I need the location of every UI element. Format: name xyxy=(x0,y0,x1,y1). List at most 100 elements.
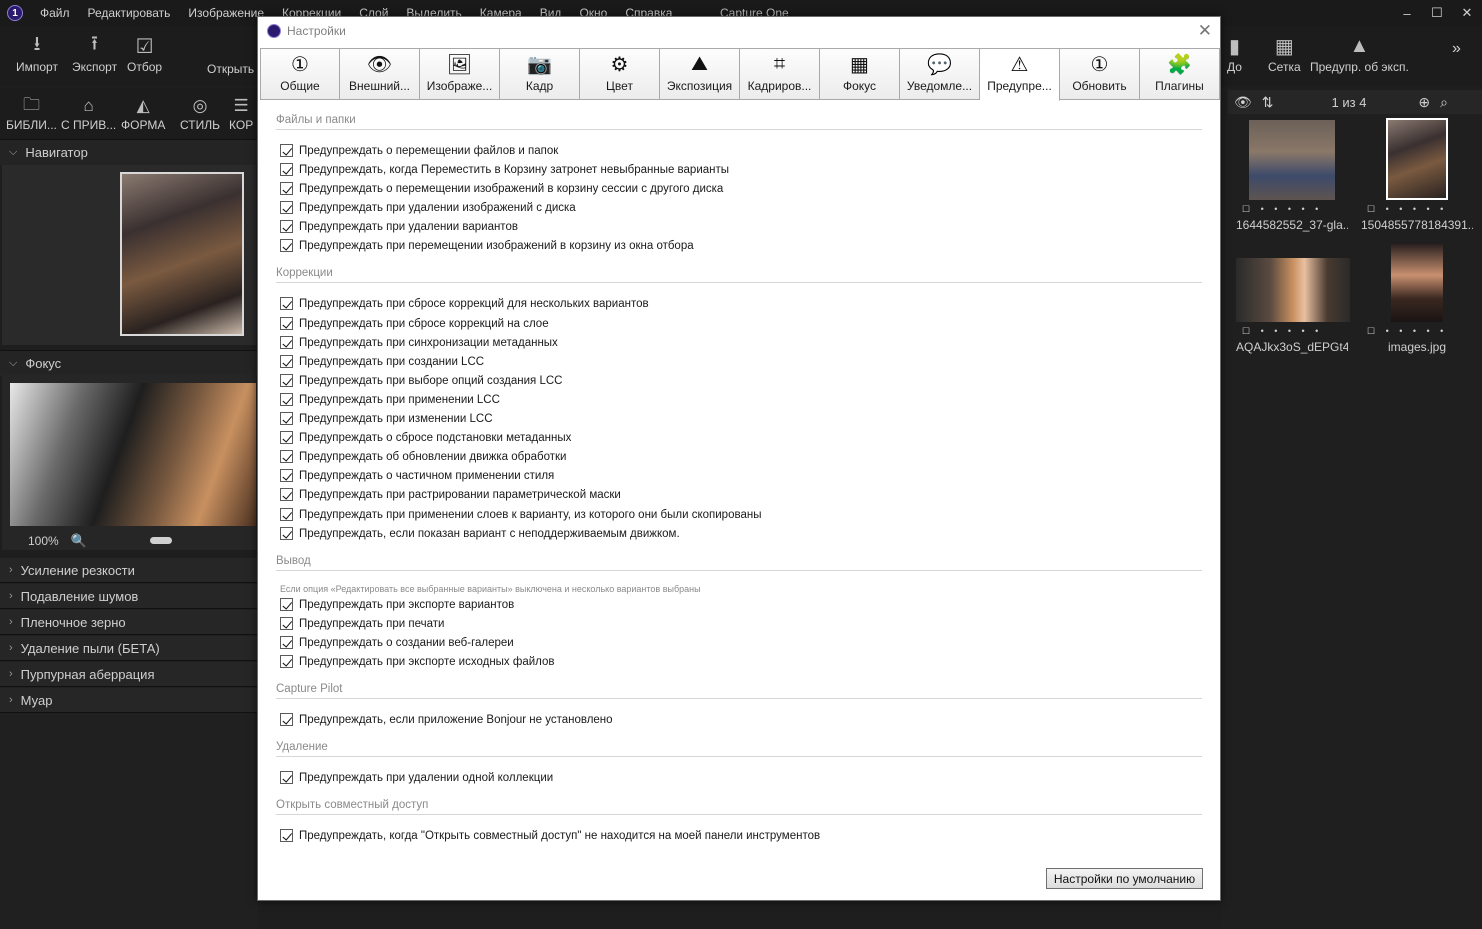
warn-checkbox[interactable]: Предупреждать при печати xyxy=(280,617,444,630)
focus-header[interactable]: ⌵ Фокус xyxy=(0,350,258,376)
checkbox-checked[interactable] xyxy=(280,220,293,233)
checkbox-checked[interactable] xyxy=(280,355,293,368)
panel-film-grain[interactable]: › Пленочное зерно xyxy=(0,610,258,635)
panel-dust-removal[interactable]: › Удаление пыли (БЕТА) xyxy=(0,636,258,661)
tab-capture[interactable]: ⌂ С ПРИВ... xyxy=(61,94,116,132)
zoom-icon[interactable]: 🔍 xyxy=(71,533,87,549)
panel-moire[interactable]: › Муар xyxy=(0,688,258,713)
app-logo-icon[interactable]: 1 xyxy=(7,5,23,21)
search-icon[interactable]: ⌕ xyxy=(1440,94,1448,111)
checkbox-checked[interactable] xyxy=(280,374,293,387)
checkbox-checked[interactable] xyxy=(280,829,293,842)
warn-checkbox[interactable]: Предупреждать при экспорте вариантов xyxy=(280,598,514,611)
warn-checkbox[interactable]: Предупреждать при синхронизации метаданн… xyxy=(280,336,558,349)
more-tools-button[interactable]: » xyxy=(1452,40,1461,58)
zoom-slider-handle[interactable] xyxy=(150,537,172,544)
menu-file[interactable]: Файл xyxy=(31,6,79,20)
rating-stars[interactable]: ☐ • • • • • xyxy=(1361,204,1473,215)
warn-checkbox[interactable]: Предупреждать при применении LCC xyxy=(280,393,500,406)
checkbox-checked[interactable] xyxy=(280,598,293,611)
checkbox-checked[interactable] xyxy=(280,201,293,214)
menu-edit[interactable]: Редактировать xyxy=(79,6,180,20)
sort-icon[interactable]: ⇅ xyxy=(1262,94,1274,111)
rating-stars[interactable]: ☐ • • • • • xyxy=(1236,326,1348,337)
rating-stars[interactable]: ☐ • • • • • xyxy=(1236,204,1348,215)
checkbox-checked[interactable] xyxy=(280,469,293,482)
checkbox-checked[interactable] xyxy=(280,713,293,726)
focus-preview-image[interactable] xyxy=(10,383,256,526)
checkbox-checked[interactable] xyxy=(280,771,293,784)
warn-checkbox[interactable]: Предупреждать о сбросе подстановки метад… xyxy=(280,431,571,444)
warn-checkbox[interactable]: Предупреждать при применении слоев к вар… xyxy=(280,508,761,521)
checkbox-checked[interactable] xyxy=(280,450,293,463)
warn-checkbox[interactable]: Предупреждать при сбросе коррекций для н… xyxy=(280,297,649,310)
open-button[interactable]: Открыть xyxy=(207,62,254,76)
tab-appearance[interactable]: 👁 Внешний... xyxy=(340,48,420,100)
panel-purple-fringing[interactable]: › Пурпурная аберрация xyxy=(0,662,258,687)
warn-checkbox[interactable]: Предупреждать о частичном применении сти… xyxy=(280,469,554,482)
warn-checkbox[interactable]: Предупреждать при растрировании параметр… xyxy=(280,488,621,501)
warn-checkbox[interactable]: Предупреждать об обновлении движка обраб… xyxy=(280,450,566,463)
checkbox-checked[interactable] xyxy=(280,144,293,157)
tab-update[interactable]: ① Обновить xyxy=(1060,48,1140,100)
checkbox-checked[interactable] xyxy=(280,617,293,630)
close-icon[interactable]: ✕ xyxy=(1198,21,1212,41)
panel-noise-reduction[interactable]: › Подавление шумов xyxy=(0,584,258,609)
warn-checkbox[interactable]: Предупреждать при удалении одной коллекц… xyxy=(280,771,553,784)
tab-style[interactable]: ◎ СТИЛЬ xyxy=(180,94,220,132)
warn-checkbox[interactable]: Предупреждать, если приложение Bonjour н… xyxy=(280,713,613,726)
warn-checkbox[interactable]: Предупреждать при изменении LCC xyxy=(280,412,493,425)
tab-focus[interactable]: ▦ Фокус xyxy=(820,48,900,100)
warn-checkbox[interactable]: Предупреждать при создании LCC xyxy=(280,355,484,368)
checkbox-checked[interactable] xyxy=(280,393,293,406)
export-button[interactable]: ⭱ Экспорт xyxy=(72,32,117,74)
tab-adjustments[interactable]: ☰ КОР xyxy=(229,94,253,132)
tab-capture[interactable]: 📷 Кадр xyxy=(500,48,580,100)
navigator-header[interactable]: ⌵ Навигатор xyxy=(0,139,258,165)
thumbnail[interactable]: ☐ • • • • • images.jpg xyxy=(1361,244,1473,354)
maximize-button[interactable]: ☐ xyxy=(1422,0,1452,26)
checkbox-checked[interactable] xyxy=(280,163,293,176)
tab-image[interactable]: 🖼 Изображе... xyxy=(420,48,500,100)
import-button[interactable]: ⭳ Импорт xyxy=(16,32,58,74)
restore-defaults-button[interactable]: Настройки по умолчанию xyxy=(1046,868,1203,889)
checkbox-checked[interactable] xyxy=(280,431,293,444)
warn-checkbox[interactable]: Предупреждать при выборе опций создания … xyxy=(280,374,562,387)
tab-exposure[interactable]: ⛰ Экспозиция xyxy=(660,48,740,100)
warn-checkbox[interactable]: Предупреждать при удалении изображений с… xyxy=(280,201,576,214)
checkbox-checked[interactable] xyxy=(280,297,293,310)
thumbnail-selected[interactable]: ☐ • • • • • 1504855778184391... xyxy=(1361,118,1473,232)
tab-plugins[interactable]: 🧩 Плагины xyxy=(1140,48,1220,100)
warn-checkbox[interactable]: Предупреждать о перемещении файлов и пап… xyxy=(280,144,558,157)
checkbox-checked[interactable] xyxy=(280,412,293,425)
checkbox-checked[interactable] xyxy=(280,636,293,649)
checkbox-checked[interactable] xyxy=(280,508,293,521)
warn-checkbox[interactable]: Предупреждать, если показан вариант с не… xyxy=(280,527,680,540)
warn-checkbox[interactable]: Предупреждать о создании веб-галереи xyxy=(280,636,514,649)
checkbox-checked[interactable] xyxy=(280,655,293,668)
checkbox-checked[interactable] xyxy=(280,317,293,330)
tab-crop[interactable]: ⌗ Кадриров... xyxy=(740,48,820,100)
tab-library[interactable]: 🗀 БИБЛИ... xyxy=(6,94,57,133)
checkbox-checked[interactable] xyxy=(280,527,293,540)
zoom-icon[interactable]: ⊕ xyxy=(1418,94,1430,111)
warn-checkbox[interactable]: Предупреждать, когда Переместить в Корзи… xyxy=(280,163,729,176)
checkbox-checked[interactable] xyxy=(280,182,293,195)
warn-checkbox[interactable]: Предупреждать при перемещении изображени… xyxy=(280,239,694,252)
rating-stars[interactable]: ☐ • • • • • xyxy=(1361,326,1473,337)
tab-warnings[interactable]: ⚠ Предупре... xyxy=(980,48,1060,101)
before-button[interactable]: ▮ До xyxy=(1227,32,1242,75)
tab-color[interactable]: ⚙ Цвет xyxy=(580,48,660,100)
tab-notifications[interactable]: 💬 Уведомле... xyxy=(900,48,980,100)
warn-checkbox[interactable]: Предупреждать при сбросе коррекций на сл… xyxy=(280,317,549,330)
exposure-warning-button[interactable]: ▲ Предупр. об эксп. xyxy=(1310,32,1409,75)
warn-checkbox[interactable]: Предупреждать о перемещении изображений … xyxy=(280,182,723,195)
close-window-button[interactable]: ✕ xyxy=(1452,0,1482,26)
minimize-button[interactable]: – xyxy=(1392,0,1422,26)
thumbnail[interactable]: ☐ • • • • • 1644582552_37-gla... xyxy=(1236,120,1348,232)
checkbox-checked[interactable] xyxy=(280,239,293,252)
checkbox-checked[interactable] xyxy=(280,488,293,501)
warn-checkbox[interactable]: Предупреждать, когда "Открыть совместный… xyxy=(280,829,820,842)
eye-icon[interactable]: 👁 xyxy=(1234,94,1252,111)
panel-sharpening[interactable]: › Усиление резкости xyxy=(0,558,258,583)
